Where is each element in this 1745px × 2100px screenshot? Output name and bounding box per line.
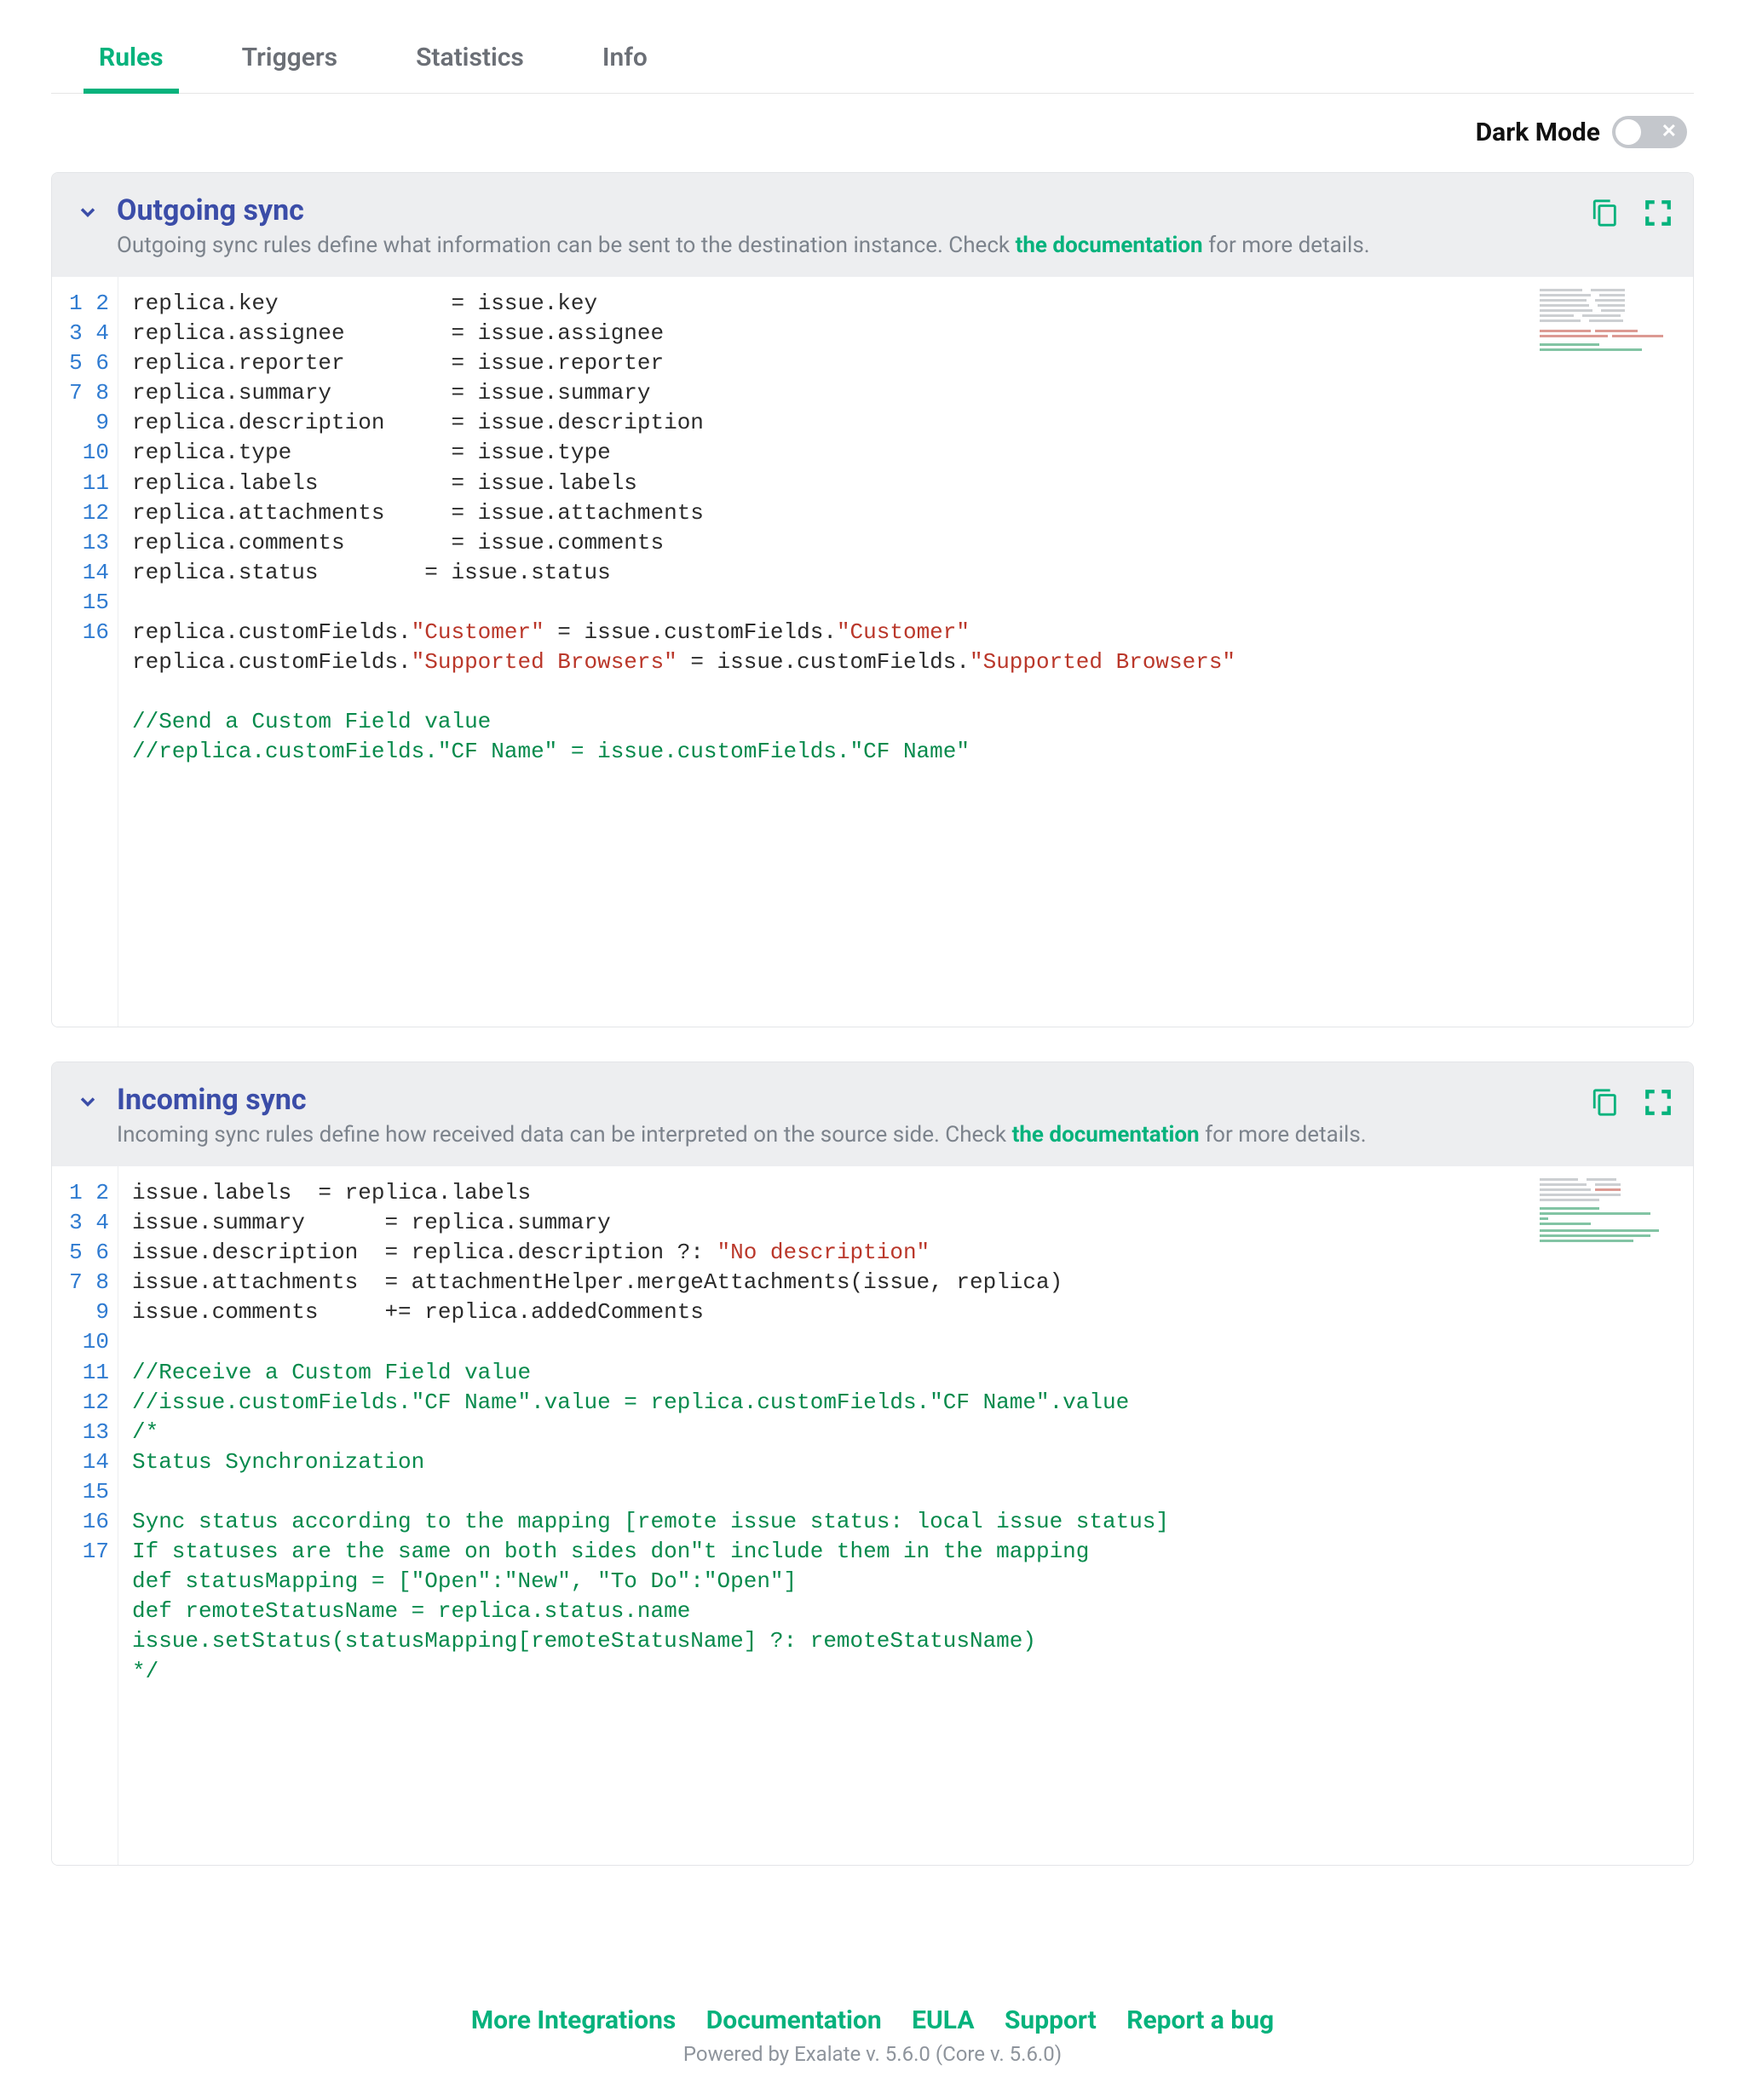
tab-triggers[interactable]: Triggers — [237, 34, 343, 93]
documentation-link[interactable]: the documentation — [1016, 233, 1203, 258]
dark-mode-toggle[interactable]: ✕ — [1612, 116, 1687, 148]
footer-support-link[interactable]: Support — [1005, 2005, 1097, 2035]
footer-documentation-link[interactable]: Documentation — [706, 2005, 882, 2035]
footer-more-integrations-link[interactable]: More Integrations — [471, 2005, 676, 2035]
expand-icon[interactable] — [1644, 198, 1673, 227]
footer: More Integrations Documentation EULA Sup… — [0, 2005, 1745, 2066]
tab-rules[interactable]: Rules — [94, 34, 169, 93]
dark-mode-row: Dark Mode ✕ — [51, 94, 1694, 155]
panel-subtitle: Outgoing sync rules define what informat… — [117, 233, 1669, 258]
copy-icon[interactable] — [1591, 1088, 1620, 1117]
panel-title: Incoming sync — [117, 1083, 1669, 1117]
panel-desc-pre: Incoming sync rules define how received … — [117, 1122, 1012, 1148]
documentation-link[interactable]: the documentation — [1012, 1122, 1200, 1148]
panel-title: Outgoing sync — [117, 193, 1669, 227]
panel-header: Outgoing sync Outgoing sync rules define… — [52, 173, 1693, 277]
tabs-bar: Rules Triggers Statistics Info — [51, 0, 1694, 94]
dark-mode-label: Dark Mode — [1476, 118, 1600, 147]
powered-by-text: Powered by Exalate v. 5.6.0 (Core v. 5.6… — [0, 2042, 1745, 2066]
code-content[interactable]: issue.labels = replica.labels issue.summ… — [118, 1166, 1693, 1865]
incoming-code-editor[interactable]: 1 2 3 4 5 6 7 8 9 10 11 12 13 14 15 16 1… — [52, 1166, 1693, 1865]
panel-desc-pre: Outgoing sync rules define what informat… — [117, 233, 1016, 258]
copy-icon[interactable] — [1591, 198, 1620, 227]
chevron-down-icon[interactable] — [76, 200, 100, 230]
line-gutter: 1 2 3 4 5 6 7 8 9 10 11 12 13 14 15 16 1… — [52, 1166, 118, 1865]
panel-subtitle: Incoming sync rules define how received … — [117, 1122, 1669, 1148]
panel-desc-post: for more details. — [1203, 233, 1370, 258]
panel-desc-post: for more details. — [1200, 1122, 1367, 1148]
footer-eula-link[interactable]: EULA — [912, 2005, 974, 2035]
code-content[interactable]: replica.key = issue.key replica.assignee… — [118, 277, 1693, 1027]
panel-header: Incoming sync Incoming sync rules define… — [52, 1062, 1693, 1166]
incoming-sync-panel: Incoming sync Incoming sync rules define… — [51, 1062, 1694, 1866]
close-icon: ✕ — [1661, 121, 1677, 142]
toggle-knob — [1615, 119, 1641, 145]
line-gutter: 1 2 3 4 5 6 7 8 9 10 11 12 13 14 15 16 — [52, 277, 118, 1027]
outgoing-code-editor[interactable]: 1 2 3 4 5 6 7 8 9 10 11 12 13 14 15 16 r… — [52, 277, 1693, 1027]
minimap-icon[interactable] — [1540, 285, 1685, 354]
tab-info[interactable]: Info — [597, 34, 653, 93]
footer-report-bug-link[interactable]: Report a bug — [1126, 2005, 1274, 2035]
minimap-icon[interactable] — [1540, 1175, 1685, 1243]
chevron-down-icon[interactable] — [76, 1090, 100, 1119]
outgoing-sync-panel: Outgoing sync Outgoing sync rules define… — [51, 172, 1694, 1027]
expand-icon[interactable] — [1644, 1088, 1673, 1117]
tab-statistics[interactable]: Statistics — [411, 34, 529, 93]
